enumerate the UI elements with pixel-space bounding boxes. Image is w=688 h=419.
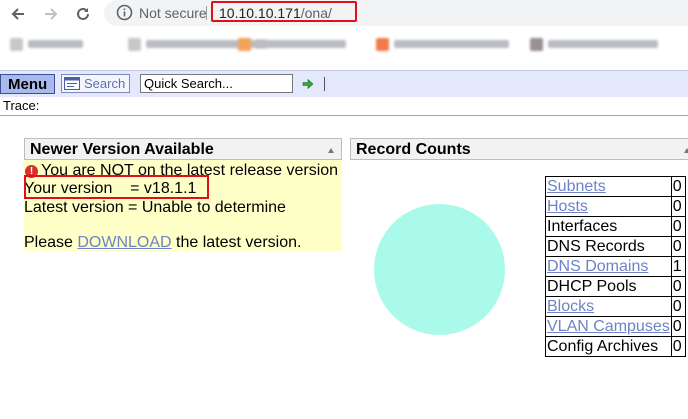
bookmark-label [28, 40, 83, 48]
divider [324, 77, 325, 91]
version-panel-header: Newer Version Available [24, 138, 342, 160]
record-link[interactable]: VLAN Campuses [547, 318, 670, 335]
bookmark-favicon-icon [238, 37, 251, 51]
record-link[interactable]: Blocks [547, 298, 594, 315]
record-name-cell[interactable]: Subnets [545, 176, 672, 197]
record-name-cell[interactable]: DNS Domains [545, 256, 672, 277]
table-row: Interfaces 0 [545, 216, 686, 237]
trace-label: Trace: [3, 98, 40, 113]
record-name-cell: Interfaces [545, 216, 672, 237]
search-button-label: Search [84, 76, 126, 91]
table-row: Blocks 0 [545, 296, 686, 317]
record-label: Config Archives [547, 338, 659, 355]
table-row: Subnets 0 [545, 176, 686, 197]
table-row: Config Archives 0 [545, 336, 686, 357]
go-arrow-icon[interactable] [302, 77, 314, 95]
bookmark-favicon-icon [128, 37, 141, 51]
bookmark-label [256, 40, 346, 48]
download-prefix: Please [24, 234, 78, 251]
bookmark-favicon-icon [376, 37, 389, 51]
record-name-cell: DNS Records [545, 236, 672, 257]
latest-version-text: Latest version = Unable to determine [24, 199, 286, 216]
table-row: DNS Domains 1 [545, 256, 686, 277]
menu-button[interactable]: Menu [0, 74, 56, 94]
table-row: Hosts 0 [545, 196, 686, 217]
download-link[interactable]: DOWNLOAD [77, 234, 171, 251]
record-name-cell[interactable]: Blocks [545, 296, 672, 317]
record-count-cell: 0 [670, 276, 686, 297]
record-counts-table: Subnets 0 Hosts 0 Interfaces 0 DNS Records 0 DNS… [545, 176, 686, 357]
record-count-cell: 0 [670, 196, 686, 217]
version-panel-body: ! You are NOT on the latest release versi… [24, 160, 342, 251]
record-name-cell: DHCP Pools [545, 276, 672, 297]
record-pie-chart [374, 204, 505, 335]
forward-arrow-icon[interactable] [41, 4, 61, 24]
bookmark-label [548, 40, 658, 48]
record-counts-header: Record Counts [350, 138, 688, 160]
security-label: Not secure [139, 5, 207, 21]
record-link[interactable]: DNS Domains [547, 258, 648, 275]
info-icon[interactable] [116, 4, 133, 26]
record-count-cell: 1 [670, 256, 686, 277]
app-menu-bar: Menu Search [0, 70, 688, 98]
record-count-cell: 0 [670, 216, 686, 237]
back-arrow-icon[interactable] [8, 4, 28, 24]
address-bar[interactable]: Not secure 10.10.10.171/ona/ [104, 0, 688, 26]
record-count-cell: 0 [670, 296, 686, 317]
record-label: Interfaces [547, 218, 618, 235]
table-row: DHCP Pools 0 [545, 276, 686, 297]
record-name-cell[interactable]: Hosts [545, 196, 672, 217]
quick-search-input[interactable] [140, 74, 293, 93]
bookmark-item[interactable] [376, 37, 509, 51]
collapse-caret-icon[interactable] [328, 148, 334, 153]
bookmarks-bar [0, 30, 688, 58]
version-panel-title: Newer Version Available [30, 141, 214, 158]
record-label: DHCP Pools [547, 278, 637, 295]
record-count-cell: 0 [670, 176, 686, 197]
bookmark-item[interactable] [10, 37, 83, 51]
browser-chrome: Not secure 10.10.10.171/ona/ [0, 0, 688, 66]
table-row: DNS Records 0 [545, 236, 686, 257]
download-suffix: the latest version. [171, 234, 302, 251]
collapse-caret-icon[interactable] [684, 148, 688, 153]
bookmark-item[interactable] [530, 37, 658, 51]
record-count-cell: 0 [670, 236, 686, 257]
reload-icon[interactable] [73, 4, 93, 24]
record-name-cell[interactable]: VLAN Campuses [545, 316, 672, 337]
version-highlight-box [24, 175, 209, 199]
divider [206, 6, 207, 20]
record-link[interactable]: Hosts [547, 198, 588, 215]
record-label: DNS Records [547, 238, 645, 255]
trace-bar: Trace: [0, 97, 688, 116]
bookmark-item[interactable] [238, 37, 346, 51]
record-link[interactable]: Subnets [547, 178, 606, 195]
bookmark-label [394, 40, 509, 48]
url-highlight-box [211, 1, 357, 22]
record-count-cell: 0 [670, 336, 686, 357]
search-button[interactable]: Search [61, 74, 131, 93]
bookmark-favicon-icon [530, 37, 543, 51]
download-line: Please DOWNLOAD the latest version. [24, 234, 301, 252]
bookmark-favicon-icon [10, 37, 23, 51]
search-window-icon [64, 77, 80, 90]
table-row: VLAN Campuses 0 [545, 316, 686, 337]
record-name-cell: Config Archives [545, 336, 672, 357]
record-counts-title: Record Counts [356, 141, 471, 158]
record-count-cell: 0 [670, 316, 686, 337]
